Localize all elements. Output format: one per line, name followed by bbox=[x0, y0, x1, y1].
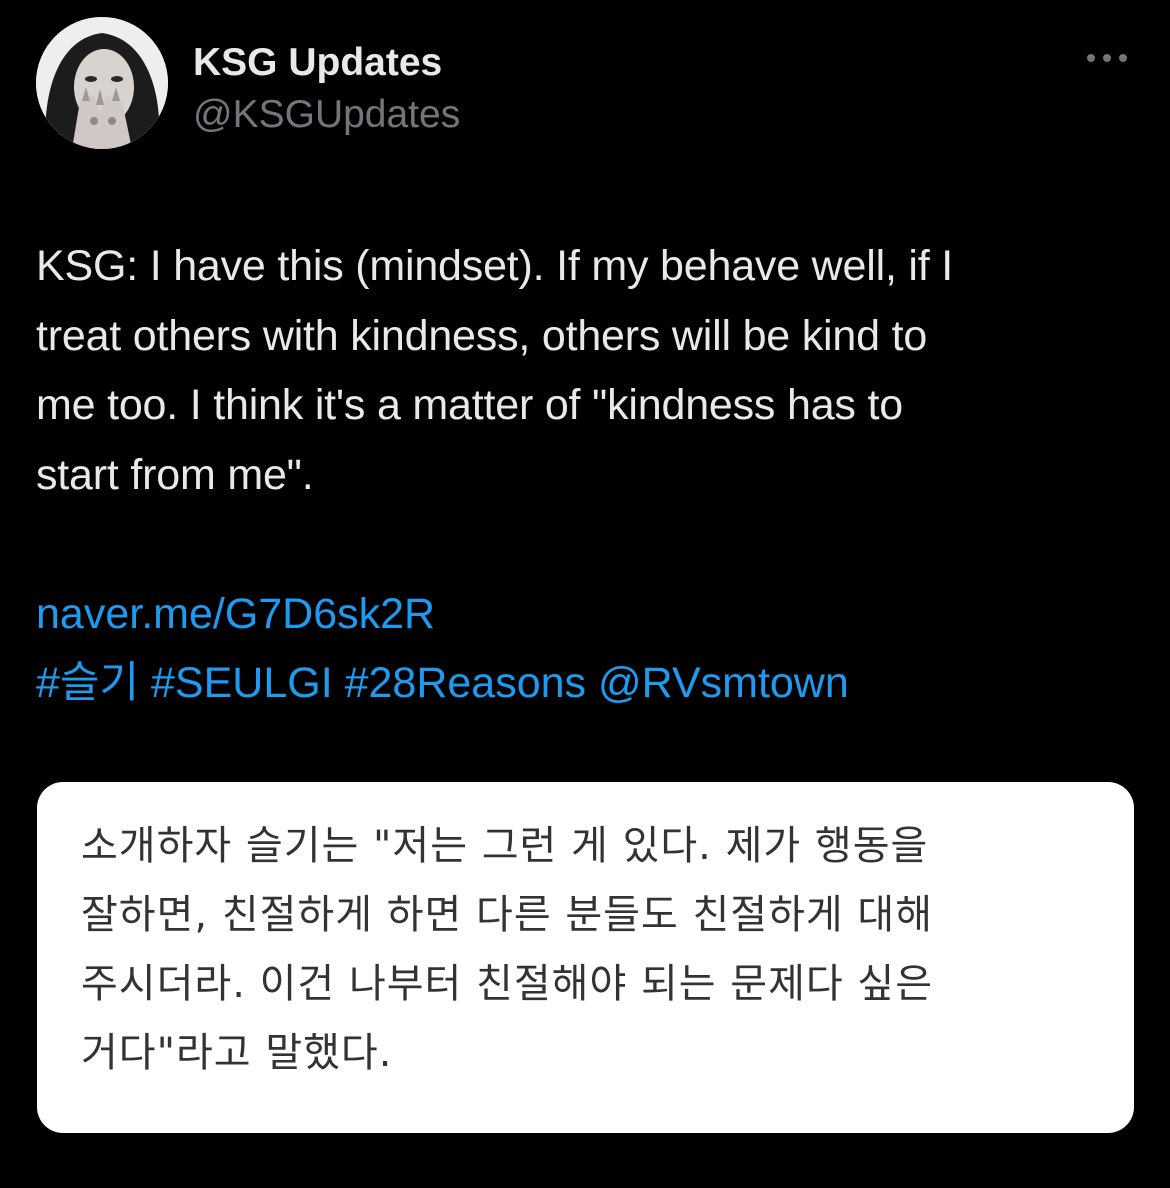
article-text-line: 잘하면, 친절하게 하면 다른 분들도 친절하게 대해 bbox=[81, 892, 934, 938]
author-handle[interactable]: @KSGUpdates bbox=[193, 93, 460, 137]
image-article-text: 소개하자 슬기는 "저는 그런 게 있다. 제가 행동을 잘하면, 친절하게 하… bbox=[81, 812, 1101, 1088]
tweet-text-line: me too. I think it's a matter of "kindne… bbox=[36, 381, 903, 429]
mention-rvsmtown[interactable]: @RVsmtown bbox=[598, 659, 849, 707]
tweet-text-line: start from me". bbox=[36, 450, 314, 499]
hashtag-seulgi-korean[interactable]: #슬기 bbox=[36, 659, 139, 707]
tweet-text-line: treat others with kindness, others will … bbox=[36, 311, 928, 360]
tweet-links: naver.me/G7D6sk2R #슬기 #SEULGI #28Reasons… bbox=[36, 580, 1136, 718]
article-text-line: 주시더라. 이건 나부터 친절해야 되는 문제다 싶은 bbox=[81, 961, 934, 1007]
tweet-text: KSG: I have this (mindset). If my behave… bbox=[36, 232, 1136, 510]
url-link[interactable]: naver.me/G7D6sk2R bbox=[36, 590, 435, 638]
hashtag-line: #슬기 #SEULGI #28Reasons @RVsmtown bbox=[36, 649, 1136, 718]
hashtag-28reasons[interactable]: #28Reasons bbox=[345, 659, 586, 707]
more-options-button[interactable] bbox=[1084, 43, 1130, 73]
profile-photo-icon bbox=[36, 17, 168, 149]
url-line: naver.me/G7D6sk2R bbox=[36, 580, 1136, 649]
article-text-line: 소개하자 슬기는 "저는 그런 게 있다. 제가 행동을 bbox=[81, 823, 929, 869]
avatar[interactable] bbox=[36, 17, 168, 149]
tweet: KSG Updates @KSGUpdates KSG: I have this… bbox=[0, 0, 1170, 1188]
ellipsis-icon bbox=[1087, 54, 1127, 62]
hashtag-seulgi[interactable]: #SEULGI bbox=[151, 659, 333, 707]
attached-image[interactable]: 소개하자 슬기는 "저는 그런 게 있다. 제가 행동을 잘하면, 친절하게 하… bbox=[37, 782, 1134, 1133]
tweet-header: KSG Updates @KSGUpdates bbox=[36, 17, 1136, 157]
author-name[interactable]: KSG Updates bbox=[193, 41, 442, 85]
article-text-line: 거다"라고 말했다. bbox=[81, 1030, 393, 1076]
tweet-text-line: KSG: I have this (mindset). If my behave… bbox=[36, 242, 954, 290]
